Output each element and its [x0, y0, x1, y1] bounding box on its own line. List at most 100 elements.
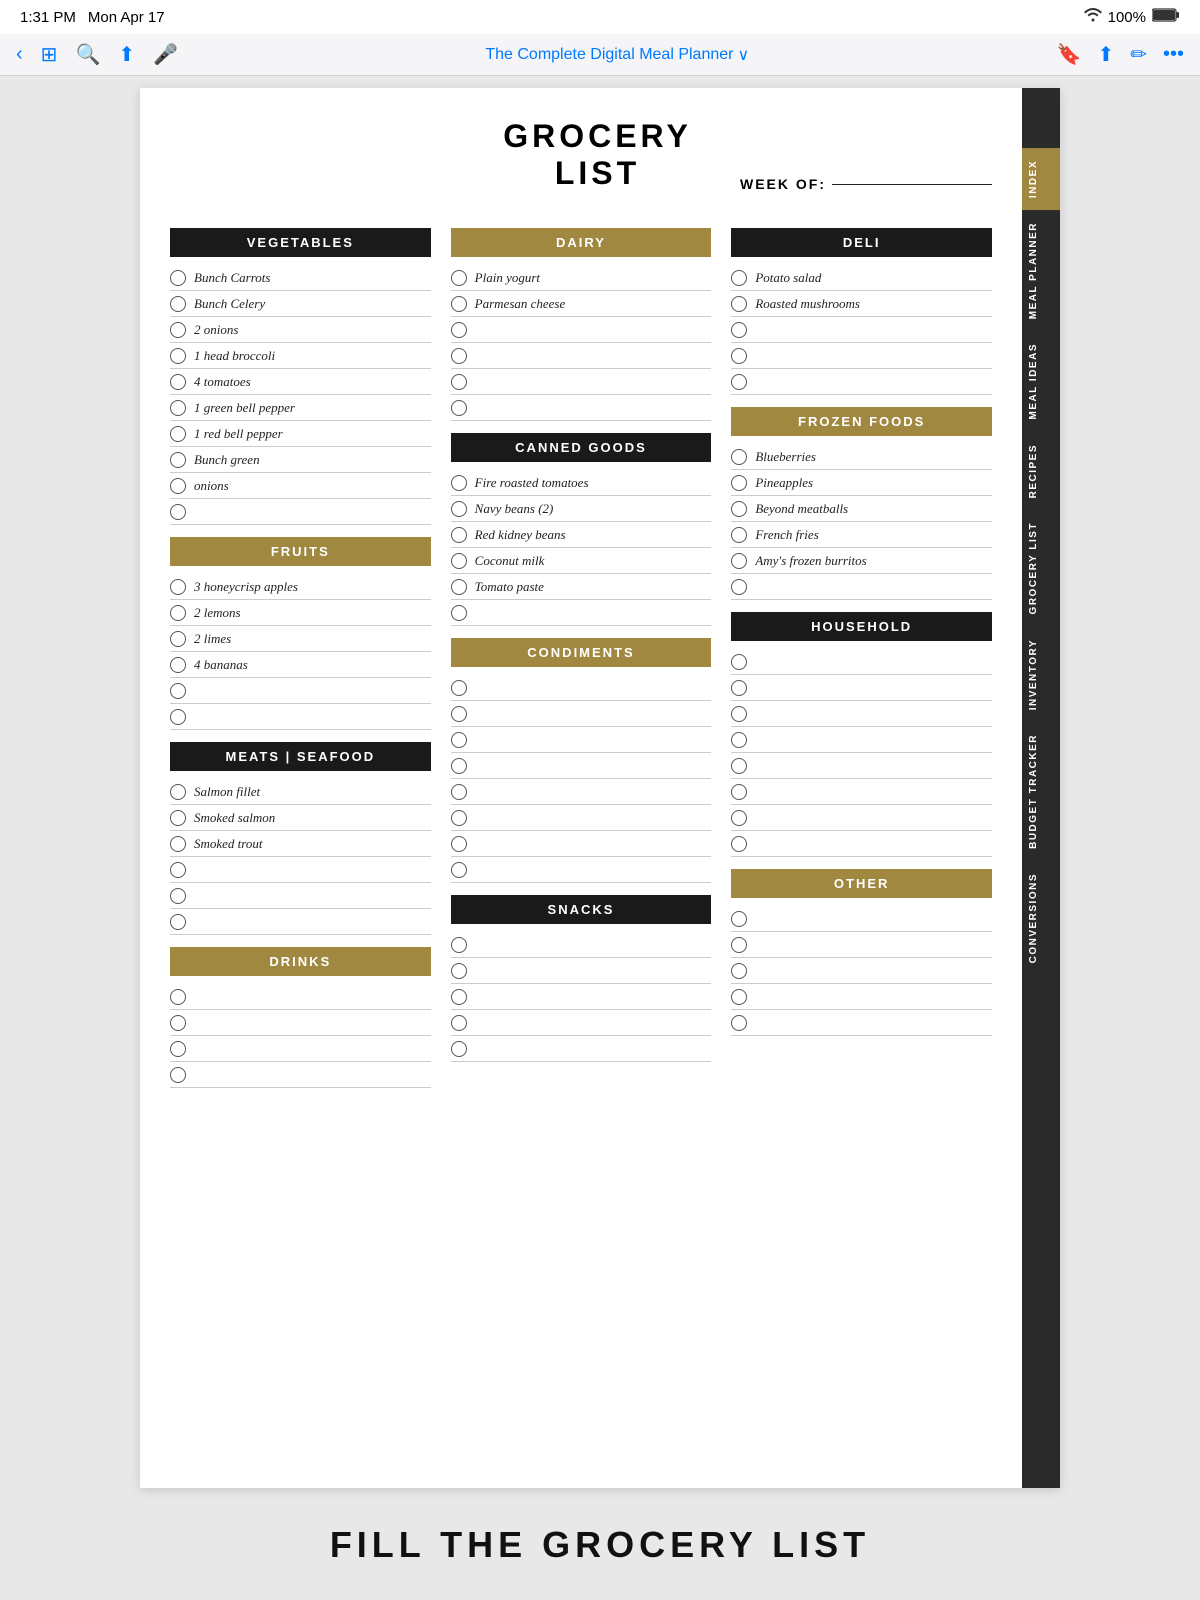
check-circle[interactable]	[451, 989, 467, 1005]
list-item[interactable]: Red kidney beans	[451, 522, 712, 548]
check-circle[interactable]	[731, 937, 747, 953]
check-circle[interactable]	[731, 501, 747, 517]
list-item[interactable]	[731, 984, 992, 1010]
check-circle[interactable]	[731, 654, 747, 670]
list-item[interactable]: 3 honeycrisp apples	[170, 574, 431, 600]
list-item[interactable]	[170, 909, 431, 935]
check-circle[interactable]	[731, 680, 747, 696]
tab-grocery-list[interactable]: GROCERY LIST	[1022, 510, 1060, 626]
check-circle[interactable]	[451, 527, 467, 543]
check-circle[interactable]	[451, 836, 467, 852]
list-item[interactable]	[731, 958, 992, 984]
list-item[interactable]	[731, 317, 992, 343]
tab-meal-planner[interactable]: MEAL PLANNER	[1022, 210, 1060, 331]
check-circle[interactable]	[451, 605, 467, 621]
check-circle[interactable]	[170, 374, 186, 390]
check-circle[interactable]	[731, 374, 747, 390]
check-circle[interactable]	[170, 709, 186, 725]
list-item[interactable]: Pineapples	[731, 470, 992, 496]
list-item[interactable]	[170, 1010, 431, 1036]
list-item[interactable]	[451, 600, 712, 626]
list-item[interactable]	[451, 701, 712, 727]
list-item[interactable]	[731, 932, 992, 958]
check-circle[interactable]	[731, 810, 747, 826]
list-item[interactable]	[451, 753, 712, 779]
list-item[interactable]: 1 head broccoli	[170, 343, 431, 369]
share-icon[interactable]: ⬆	[118, 42, 135, 67]
list-item[interactable]	[731, 675, 992, 701]
check-circle[interactable]	[170, 348, 186, 364]
list-item[interactable]: Salmon fillet	[170, 779, 431, 805]
list-item[interactable]	[731, 1010, 992, 1036]
list-item[interactable]: 2 limes	[170, 626, 431, 652]
list-item[interactable]	[451, 831, 712, 857]
check-circle[interactable]	[170, 784, 186, 800]
list-item[interactable]: Fire roasted tomatoes	[451, 470, 712, 496]
tab-budget-tracker[interactable]: BUDGET TRACKER	[1022, 722, 1060, 861]
list-item[interactable]: 1 green bell pepper	[170, 395, 431, 421]
check-circle[interactable]	[451, 706, 467, 722]
list-item[interactable]	[170, 1062, 431, 1088]
check-circle[interactable]	[451, 758, 467, 774]
check-circle[interactable]	[170, 657, 186, 673]
list-item[interactable]	[170, 678, 431, 704]
check-circle[interactable]	[170, 478, 186, 494]
check-circle[interactable]	[451, 963, 467, 979]
check-circle[interactable]	[731, 963, 747, 979]
export-icon[interactable]: ⬆	[1097, 42, 1114, 67]
check-circle[interactable]	[451, 937, 467, 953]
list-item[interactable]	[731, 369, 992, 395]
check-circle[interactable]	[731, 527, 747, 543]
list-item[interactable]	[731, 805, 992, 831]
list-item[interactable]	[170, 704, 431, 730]
check-circle[interactable]	[170, 888, 186, 904]
check-circle[interactable]	[731, 553, 747, 569]
list-item[interactable]: 1 red bell pepper	[170, 421, 431, 447]
check-circle[interactable]	[170, 989, 186, 1005]
check-circle[interactable]	[731, 322, 747, 338]
list-item[interactable]: Parmesan cheese	[451, 291, 712, 317]
list-item[interactable]	[451, 958, 712, 984]
check-circle[interactable]	[170, 270, 186, 286]
list-item[interactable]: Bunch green	[170, 447, 431, 473]
grid-icon[interactable]: ⊞	[41, 42, 58, 67]
check-circle[interactable]	[451, 732, 467, 748]
check-circle[interactable]	[731, 836, 747, 852]
list-item[interactable]: Potato salad	[731, 265, 992, 291]
check-circle[interactable]	[170, 836, 186, 852]
list-item[interactable]: Amy's frozen burritos	[731, 548, 992, 574]
check-circle[interactable]	[170, 605, 186, 621]
check-circle[interactable]	[170, 1041, 186, 1057]
check-circle[interactable]	[731, 706, 747, 722]
list-item[interactable]	[731, 906, 992, 932]
list-item[interactable]: Bunch Celery	[170, 291, 431, 317]
check-circle[interactable]	[451, 1041, 467, 1057]
list-item[interactable]	[451, 395, 712, 421]
check-circle[interactable]	[731, 270, 747, 286]
check-circle[interactable]	[170, 631, 186, 647]
more-icon[interactable]: •••	[1163, 43, 1184, 66]
check-circle[interactable]	[451, 1015, 467, 1031]
list-item[interactable]: 4 tomatoes	[170, 369, 431, 395]
check-circle[interactable]	[451, 501, 467, 517]
check-circle[interactable]	[731, 989, 747, 1005]
list-item[interactable]: 4 bananas	[170, 652, 431, 678]
check-circle[interactable]	[170, 452, 186, 468]
list-item[interactable]: Coconut milk	[451, 548, 712, 574]
tab-inventory[interactable]: INVENTORY	[1022, 627, 1060, 722]
mic-icon[interactable]: 🎤	[153, 42, 178, 67]
check-circle[interactable]	[451, 579, 467, 595]
list-item[interactable]	[731, 753, 992, 779]
list-item[interactable]	[731, 343, 992, 369]
list-item[interactable]	[451, 779, 712, 805]
check-circle[interactable]	[731, 732, 747, 748]
check-circle[interactable]	[451, 296, 467, 312]
list-item[interactable]	[451, 984, 712, 1010]
list-item[interactable]: onions	[170, 473, 431, 499]
pencil-icon[interactable]: ✏	[1130, 42, 1147, 67]
check-circle[interactable]	[170, 914, 186, 930]
list-item[interactable]	[731, 701, 992, 727]
check-circle[interactable]	[451, 400, 467, 416]
list-item[interactable]: Plain yogurt	[451, 265, 712, 291]
bookmark-icon[interactable]: 🔖	[1057, 42, 1082, 67]
